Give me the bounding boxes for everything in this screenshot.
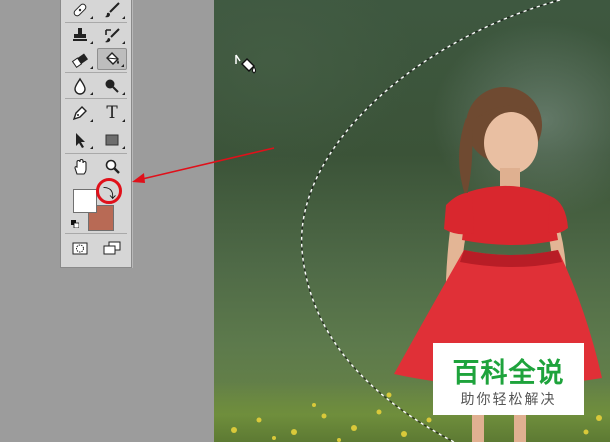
screen-mode-button[interactable] (97, 237, 127, 259)
paint-bucket-cursor-icon (235, 54, 256, 74)
brush-icon (105, 2, 120, 18)
watermark-subtitle: 助你轻松解决 (460, 392, 557, 408)
dodge-tool[interactable] (97, 75, 127, 97)
zoom-icon (105, 159, 120, 174)
watermark-title: 百科全说 (452, 358, 565, 389)
toolbar-separator (65, 72, 127, 73)
history-brush-tool[interactable] (97, 24, 127, 46)
toolbar-separator (65, 153, 127, 154)
hand-tool[interactable] (65, 156, 95, 178)
brush-tool[interactable] (97, 0, 127, 21)
toolbar-separator (65, 98, 127, 99)
hand-icon (74, 158, 87, 175)
paint-bucket-icon (106, 52, 119, 65)
annotation-arrow (132, 147, 275, 183)
path-selection-tool[interactable] (65, 129, 95, 151)
bandage-icon (73, 3, 87, 17)
blur-tool[interactable] (65, 75, 95, 97)
eraser-icon (71, 53, 89, 68)
paint-bucket-tool[interactable] (97, 48, 127, 70)
dodge-icon (105, 79, 119, 93)
watermark-badge: 百科全说 助你轻松解决 (433, 343, 584, 415)
default-colors-icon[interactable] (71, 220, 79, 228)
foreground-color-swatch[interactable] (73, 189, 97, 213)
annotation-circle (96, 178, 122, 204)
screen-mode-icon (103, 241, 121, 255)
pen-tool[interactable] (65, 102, 95, 124)
type-tool[interactable]: T (97, 102, 127, 124)
pen-icon (72, 106, 87, 121)
droplet-icon (74, 77, 86, 95)
quick-mask-button[interactable] (65, 237, 95, 259)
spot-healing-brush-tool[interactable] (65, 0, 95, 21)
toolbar-separator (65, 22, 127, 23)
eraser-tool[interactable] (65, 49, 95, 71)
arrow-select-icon (76, 133, 85, 148)
clone-stamp-tool[interactable] (65, 24, 95, 46)
stamp-icon (73, 28, 87, 41)
tools-panel: T ⤵ (60, 0, 132, 268)
rectangle-icon (105, 134, 119, 146)
type-icon: T (106, 103, 118, 123)
toolbar-separator (65, 233, 127, 234)
history-brush-icon (105, 28, 120, 43)
quick-mask-icon (72, 242, 88, 255)
